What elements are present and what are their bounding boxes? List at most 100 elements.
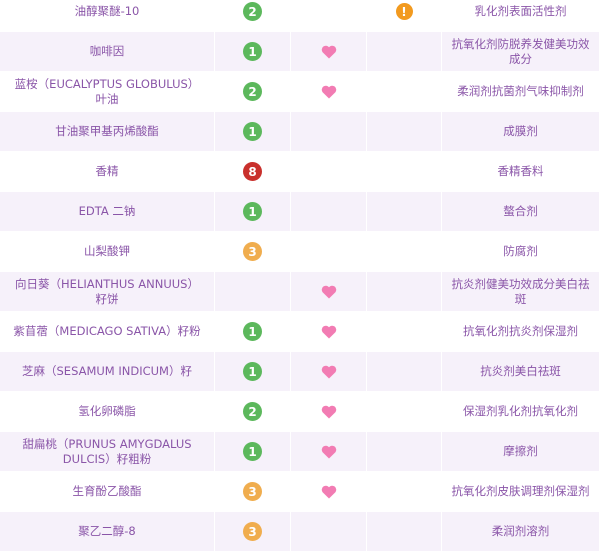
safety-score-badge: 8 (243, 162, 262, 181)
table-row: 香精 8 香精香料 (0, 152, 600, 192)
ingredient-purpose: 保湿剂乳化剂抗氧化剂 (442, 392, 600, 431)
safety-score-cell: 2 (215, 0, 291, 31)
table-row: 芝麻（SESAMUM INDICUM）籽 1 抗炎剂美白祛斑 (0, 352, 600, 392)
acne-risk-cell (367, 112, 442, 151)
safety-score-badge: 2 (243, 82, 262, 101)
safety-score-cell: 8 (215, 152, 291, 191)
ingredient-name[interactable]: 紫苜蓿（MEDICAGO SATIVA）籽粉 (0, 312, 215, 351)
acne-risk-cell (367, 232, 442, 271)
ingredient-name[interactable]: 氢化卵磷脂 (0, 392, 215, 431)
ingredient-purpose: 螯合剂 (442, 192, 600, 231)
table-row: 咖啡因 1 抗氧化剂防脱养发健美功效成分 (0, 32, 600, 72)
safety-score-cell: 3 (215, 512, 291, 551)
active-ingredient-cell (291, 392, 367, 431)
ingredient-purpose: 成膜剂 (442, 112, 600, 151)
heart-icon (321, 45, 337, 59)
table-row: 蓝桉（EUCALYPTUS GLOBULUS）叶油 2 柔润剂抗菌剂气味抑制剂 (0, 72, 600, 112)
table-row: 聚乙二醇-8 3 柔润剂溶剂 (0, 512, 600, 552)
acne-risk-cell (367, 32, 442, 71)
heart-icon (321, 445, 337, 459)
table-row: EDTA 二钠 1 螯合剂 (0, 192, 600, 232)
active-ingredient-cell (291, 0, 367, 31)
safety-score-cell: 1 (215, 312, 291, 351)
ingredient-name[interactable]: 芝麻（SESAMUM INDICUM）籽 (0, 352, 215, 391)
safety-score-cell: 3 (215, 232, 291, 271)
safety-score-badge: 1 (243, 442, 262, 461)
ingredient-name[interactable]: 向日葵（HELIANTHUS ANNUUS）籽饼 (0, 272, 215, 311)
table-row: 氢化卵磷脂 2 保湿剂乳化剂抗氧化剂 (0, 392, 600, 432)
ingredient-purpose: 抗炎剂健美功效成分美白祛斑 (442, 272, 600, 311)
acne-risk-cell (367, 432, 442, 471)
ingredient-purpose: 香精香料 (442, 152, 600, 191)
warning-icon: ! (395, 3, 413, 20)
acne-risk-cell (367, 392, 442, 431)
ingredient-purpose: 抗氧化剂防脱养发健美功效成分 (442, 32, 600, 71)
ingredient-purpose: 抗氧化剂抗炎剂保湿剂 (442, 312, 600, 351)
safety-score-badge: 1 (243, 362, 262, 381)
safety-score-cell: 1 (215, 352, 291, 391)
safety-score-badge: 2 (243, 402, 262, 421)
table-row: 山梨酸钾 3 防腐剂 (0, 232, 600, 272)
active-ingredient-cell (291, 432, 367, 471)
table-row: 生育酚乙酸酯 3 抗氧化剂皮肤调理剂保湿剂 (0, 472, 600, 512)
ingredient-table: 油醇聚醚-10 2! 乳化剂表面活性剂 咖啡因 1 抗氧化剂防脱养发健美功效成分 蓝桉（EU… (0, 0, 600, 552)
ingredient-purpose: 防腐剂 (442, 232, 600, 271)
safety-score-badge: 1 (243, 122, 262, 141)
safety-score-cell: 2 (215, 72, 291, 111)
safety-score-badge: 3 (243, 482, 262, 501)
heart-icon (321, 405, 337, 419)
acne-risk-cell (367, 272, 442, 311)
acne-risk-cell (367, 312, 442, 351)
heart-icon (321, 85, 337, 99)
ingredient-purpose: 抗炎剂美白祛斑 (442, 352, 600, 391)
safety-score-cell: 3 (215, 472, 291, 511)
acne-risk-cell (367, 72, 442, 111)
safety-score-cell: 2 (215, 392, 291, 431)
safety-score-badge: 2 (243, 2, 262, 21)
table-row: 紫苜蓿（MEDICAGO SATIVA）籽粉 1 抗氧化剂抗炎剂保湿剂 (0, 312, 600, 352)
heart-icon (321, 365, 337, 379)
safety-score-badge: 1 (243, 322, 262, 341)
active-ingredient-cell (291, 312, 367, 351)
safety-score-badge: 1 (243, 202, 262, 221)
ingredient-purpose: 抗氧化剂皮肤调理剂保湿剂 (442, 472, 600, 511)
active-ingredient-cell (291, 272, 367, 311)
ingredient-name[interactable]: 蓝桉（EUCALYPTUS GLOBULUS）叶油 (0, 72, 215, 111)
acne-risk-cell (367, 192, 442, 231)
active-ingredient-cell (291, 192, 367, 231)
ingredient-name[interactable]: 甜扁桃（PRUNUS AMYGDALUS DULCIS）籽粗粉 (0, 432, 215, 471)
ingredient-name[interactable]: 咖啡因 (0, 32, 215, 71)
acne-risk-cell (367, 152, 442, 191)
ingredient-purpose: 摩擦剂 (442, 432, 600, 471)
table-row: 甘油聚甲基丙烯酸酯 1 成膜剂 (0, 112, 600, 152)
acne-risk-cell (367, 352, 442, 391)
ingredient-name[interactable]: 聚乙二醇-8 (0, 512, 215, 551)
ingredient-name[interactable]: 山梨酸钾 (0, 232, 215, 271)
active-ingredient-cell (291, 112, 367, 151)
ingredient-name[interactable]: 油醇聚醚-10 (0, 0, 215, 31)
active-ingredient-cell (291, 32, 367, 71)
heart-icon (321, 325, 337, 339)
ingredient-name[interactable]: EDTA 二钠 (0, 192, 215, 231)
safety-score-cell: 1 (215, 192, 291, 231)
acne-risk-cell: ! (367, 0, 442, 31)
ingredient-purpose: 柔润剂抗菌剂气味抑制剂 (442, 72, 600, 111)
safety-score-badge: 3 (243, 242, 262, 261)
acne-risk-cell (367, 472, 442, 511)
ingredient-name[interactable]: 甘油聚甲基丙烯酸酯 (0, 112, 215, 151)
ingredient-name[interactable]: 香精 (0, 152, 215, 191)
safety-score-cell: 1 (215, 32, 291, 71)
table-row: 油醇聚醚-10 2! 乳化剂表面活性剂 (0, 0, 600, 32)
acne-risk-cell (367, 512, 442, 551)
safety-score-badge: 1 (243, 42, 262, 61)
active-ingredient-cell (291, 512, 367, 551)
active-ingredient-cell (291, 352, 367, 391)
table-row: 向日葵（HELIANTHUS ANNUUS）籽饼 抗炎剂健美功效成分美白祛斑 (0, 272, 600, 312)
safety-score-badge: 3 (243, 522, 262, 541)
active-ingredient-cell (291, 472, 367, 511)
ingredient-name[interactable]: 生育酚乙酸酯 (0, 472, 215, 511)
active-ingredient-cell (291, 232, 367, 271)
safety-score-cell: 1 (215, 432, 291, 471)
active-ingredient-cell (291, 72, 367, 111)
heart-icon (321, 485, 337, 499)
